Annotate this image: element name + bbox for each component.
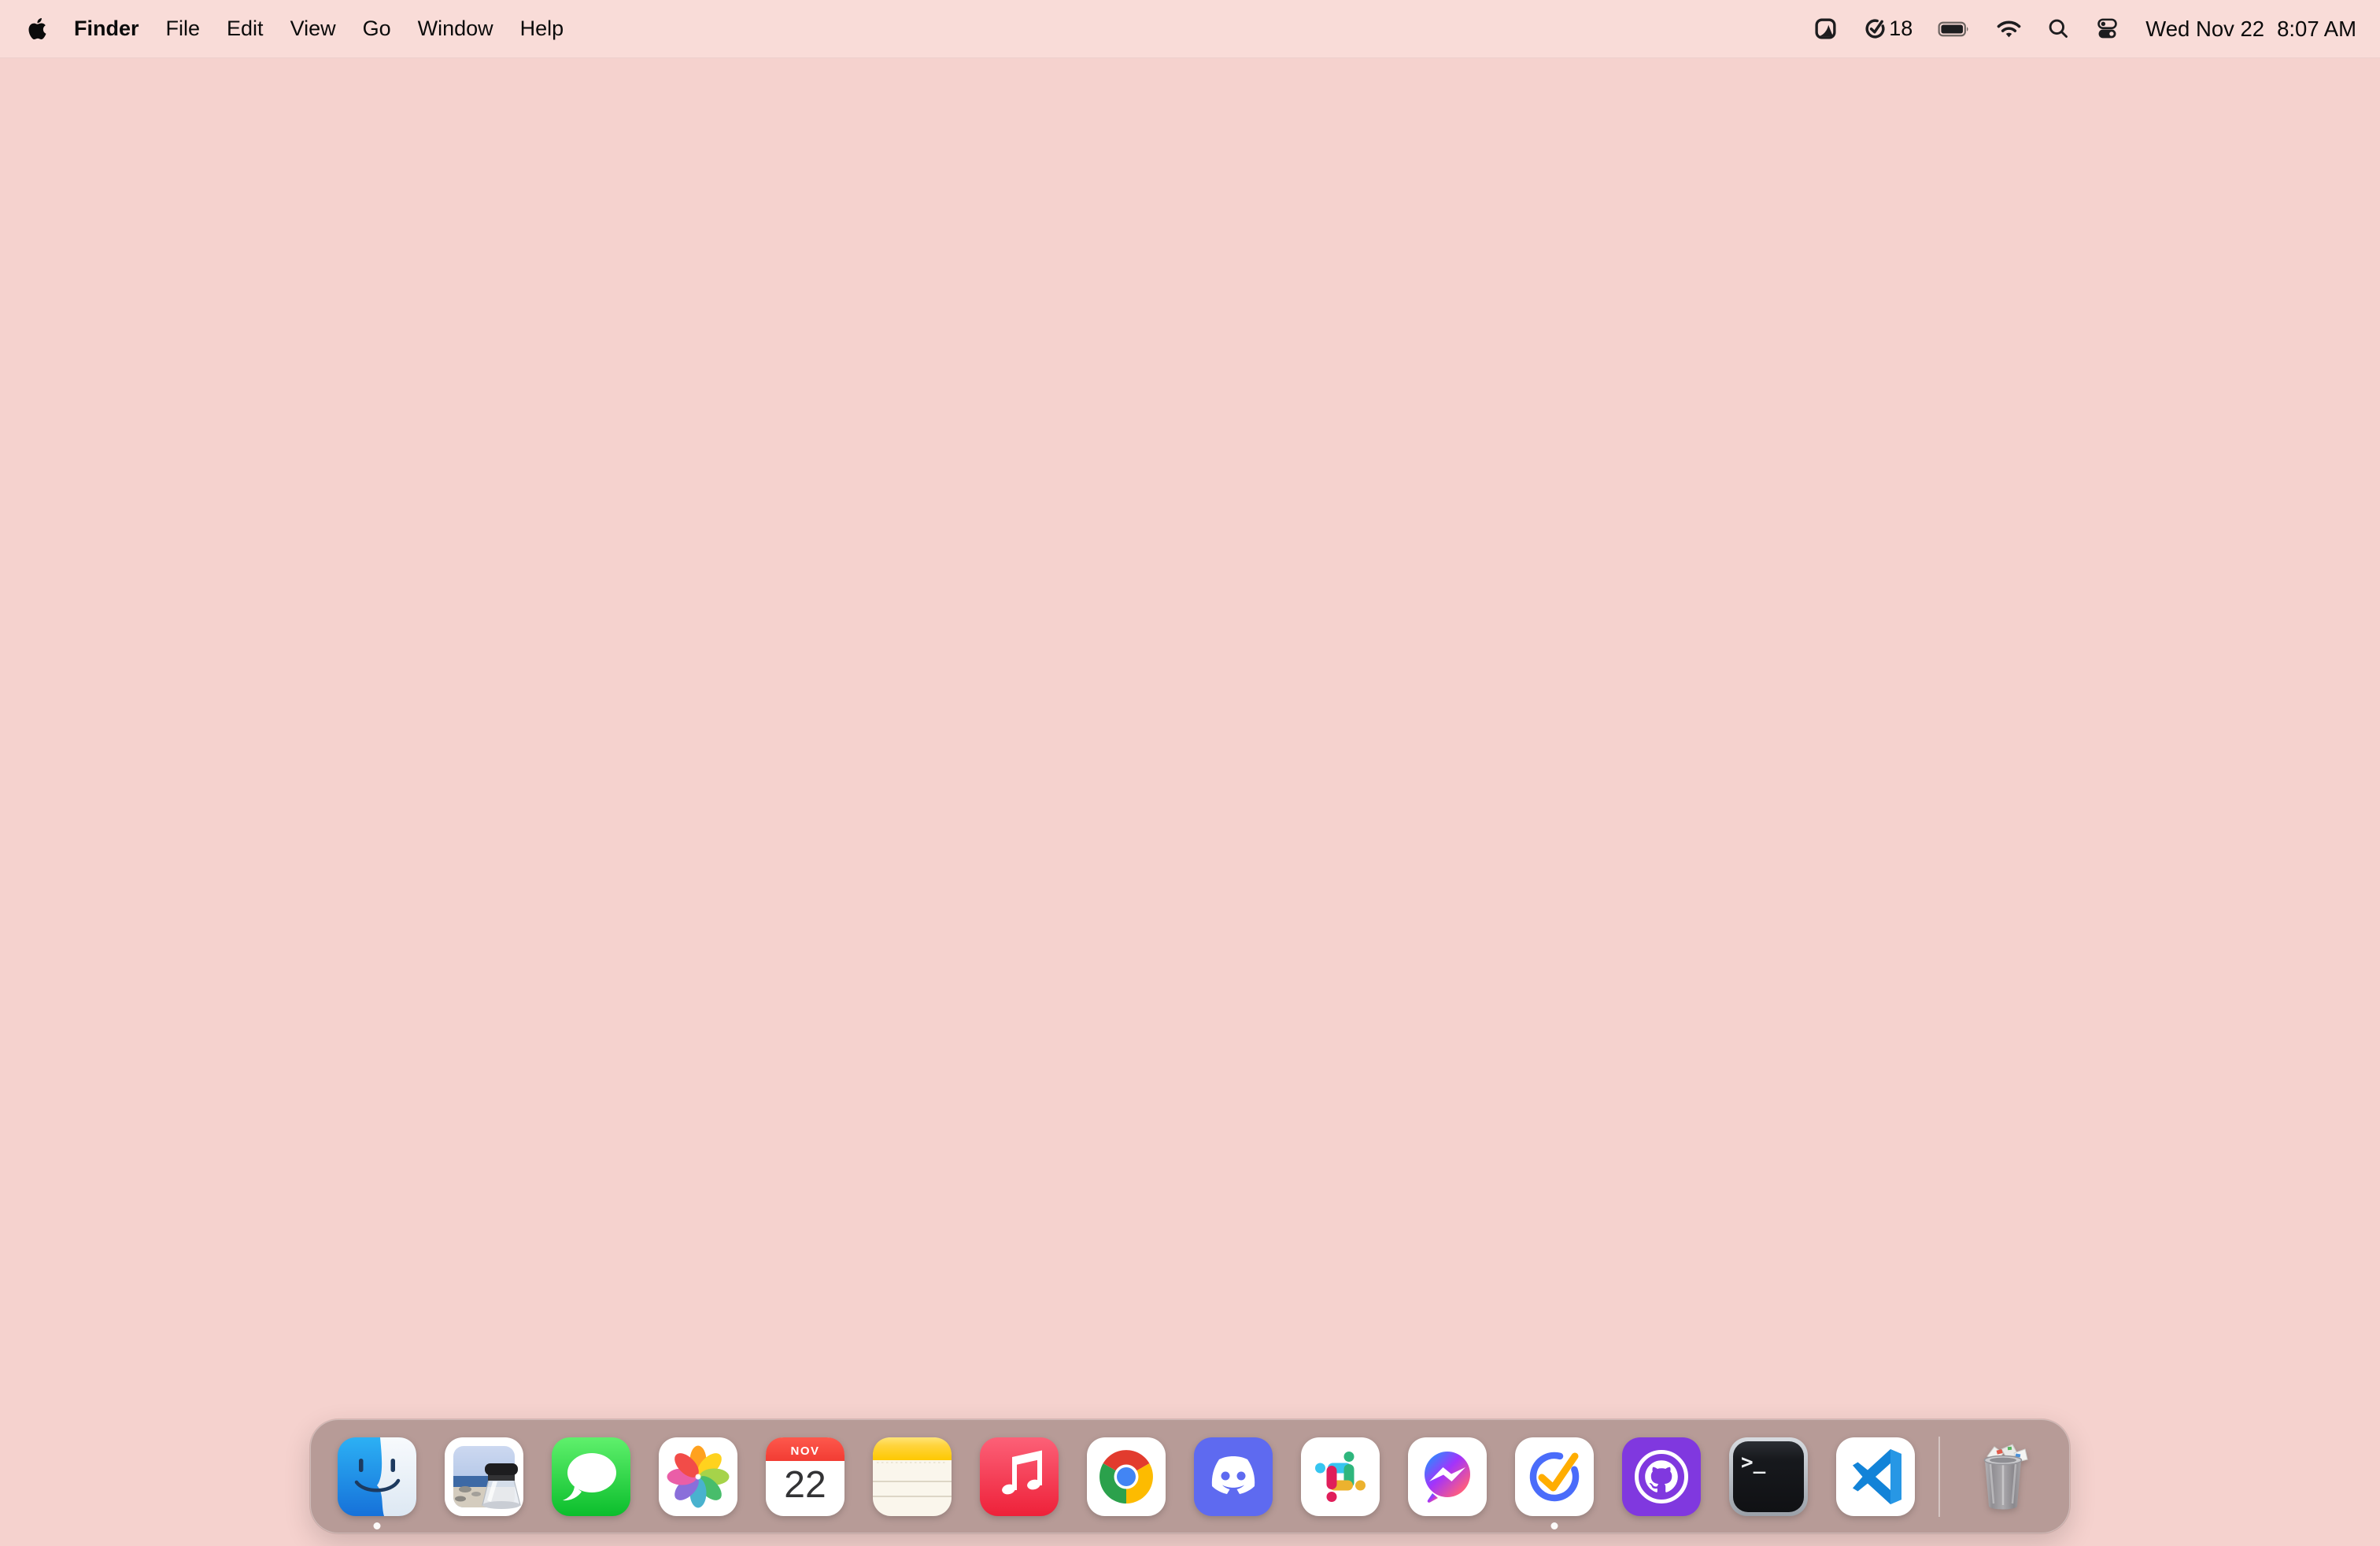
dock-app-slack[interactable]	[1301, 1437, 1380, 1516]
dock-app-ticktick[interactable]	[1515, 1437, 1594, 1529]
menu-bar-clock[interactable]: Wed Nov 22 8:07 AM	[2145, 17, 2356, 42]
dock-app-chrome[interactable]	[1087, 1437, 1166, 1516]
preview-icon	[445, 1437, 523, 1516]
finder-icon	[338, 1437, 416, 1516]
dock: NOV 22 >_	[310, 1419, 2070, 1533]
clock-date: Wed Nov 22	[2145, 16, 2265, 41]
loupe	[482, 1463, 521, 1509]
github-icon	[1622, 1437, 1701, 1516]
calendar-month-label: NOV	[790, 1444, 819, 1458]
battery-icon[interactable]	[1931, 18, 1978, 40]
notes-icon	[873, 1437, 952, 1516]
dock-trash[interactable]	[1964, 1437, 2042, 1516]
slack-icon	[1301, 1437, 1380, 1516]
dock-app-notes[interactable]	[873, 1437, 952, 1516]
menu-item-window[interactable]: Window	[405, 17, 507, 41]
vscode-icon	[1836, 1437, 1915, 1516]
menu-bar: Finder File Edit View Go Window Help 18	[0, 0, 2380, 58]
calendar-icon: NOV 22	[766, 1437, 844, 1516]
dock-app-preview[interactable]	[445, 1437, 523, 1516]
menu-item-edit[interactable]: Edit	[213, 17, 277, 41]
dock-app-vscode[interactable]	[1836, 1437, 1915, 1516]
spotlight-search-icon[interactable]	[2040, 17, 2077, 40]
dock-app-music[interactable]	[980, 1437, 1059, 1516]
dock-app-messages[interactable]	[552, 1437, 630, 1516]
trash-full-icon	[1983, 1443, 2028, 1509]
sticker-peel-menu-icon[interactable]	[1806, 17, 1845, 41]
menu-bar-status-area: 18 Wed Nov 22 8:07 AM	[1806, 17, 2356, 42]
messages-icon	[552, 1437, 630, 1516]
app-menu-finder[interactable]: Finder	[61, 17, 153, 41]
menu-item-go[interactable]: Go	[349, 17, 405, 41]
dock-divider	[1938, 1436, 1940, 1517]
dock-app-photos[interactable]	[659, 1437, 737, 1516]
clock-time: 8:07 AM	[2277, 16, 2356, 41]
dock-app-calendar[interactable]: NOV 22	[766, 1437, 844, 1516]
terminal-icon: >_	[1729, 1437, 1808, 1516]
task-check-menu-icon[interactable]: 18	[1856, 17, 1920, 41]
control-center-icon[interactable]	[2088, 17, 2127, 41]
dock-app-finder[interactable]	[338, 1437, 416, 1529]
photos-icon	[659, 1437, 737, 1516]
calendar-day-label: 22	[784, 1464, 826, 1506]
wifi-icon[interactable]	[1989, 18, 2029, 40]
running-indicator	[1550, 1522, 1558, 1529]
chrome-icon	[1087, 1437, 1166, 1516]
dock-app-messenger[interactable]	[1408, 1437, 1487, 1516]
desktop-wallpaper: Finder File Edit View Go Window Help 18	[0, 0, 2380, 1546]
menu-bar-left: Finder File Edit View Go Window Help	[27, 17, 577, 41]
dock-app-discord[interactable]	[1194, 1437, 1273, 1516]
menu-item-help[interactable]: Help	[507, 17, 578, 41]
music-icon	[980, 1437, 1059, 1516]
terminal-prompt-glyph: >_	[1741, 1451, 1766, 1474]
ticktick-icon	[1515, 1437, 1594, 1516]
menu-item-file[interactable]: File	[153, 17, 214, 41]
apple-menu-icon[interactable]	[27, 18, 48, 39]
menu-item-view[interactable]: View	[277, 17, 349, 41]
dock-app-github[interactable]	[1622, 1437, 1701, 1516]
task-count-badge: 18	[1889, 17, 1913, 40]
discord-icon	[1194, 1437, 1273, 1516]
running-indicator	[373, 1522, 381, 1529]
dock-app-terminal[interactable]: >_	[1729, 1437, 1808, 1516]
messenger-icon	[1408, 1437, 1487, 1516]
